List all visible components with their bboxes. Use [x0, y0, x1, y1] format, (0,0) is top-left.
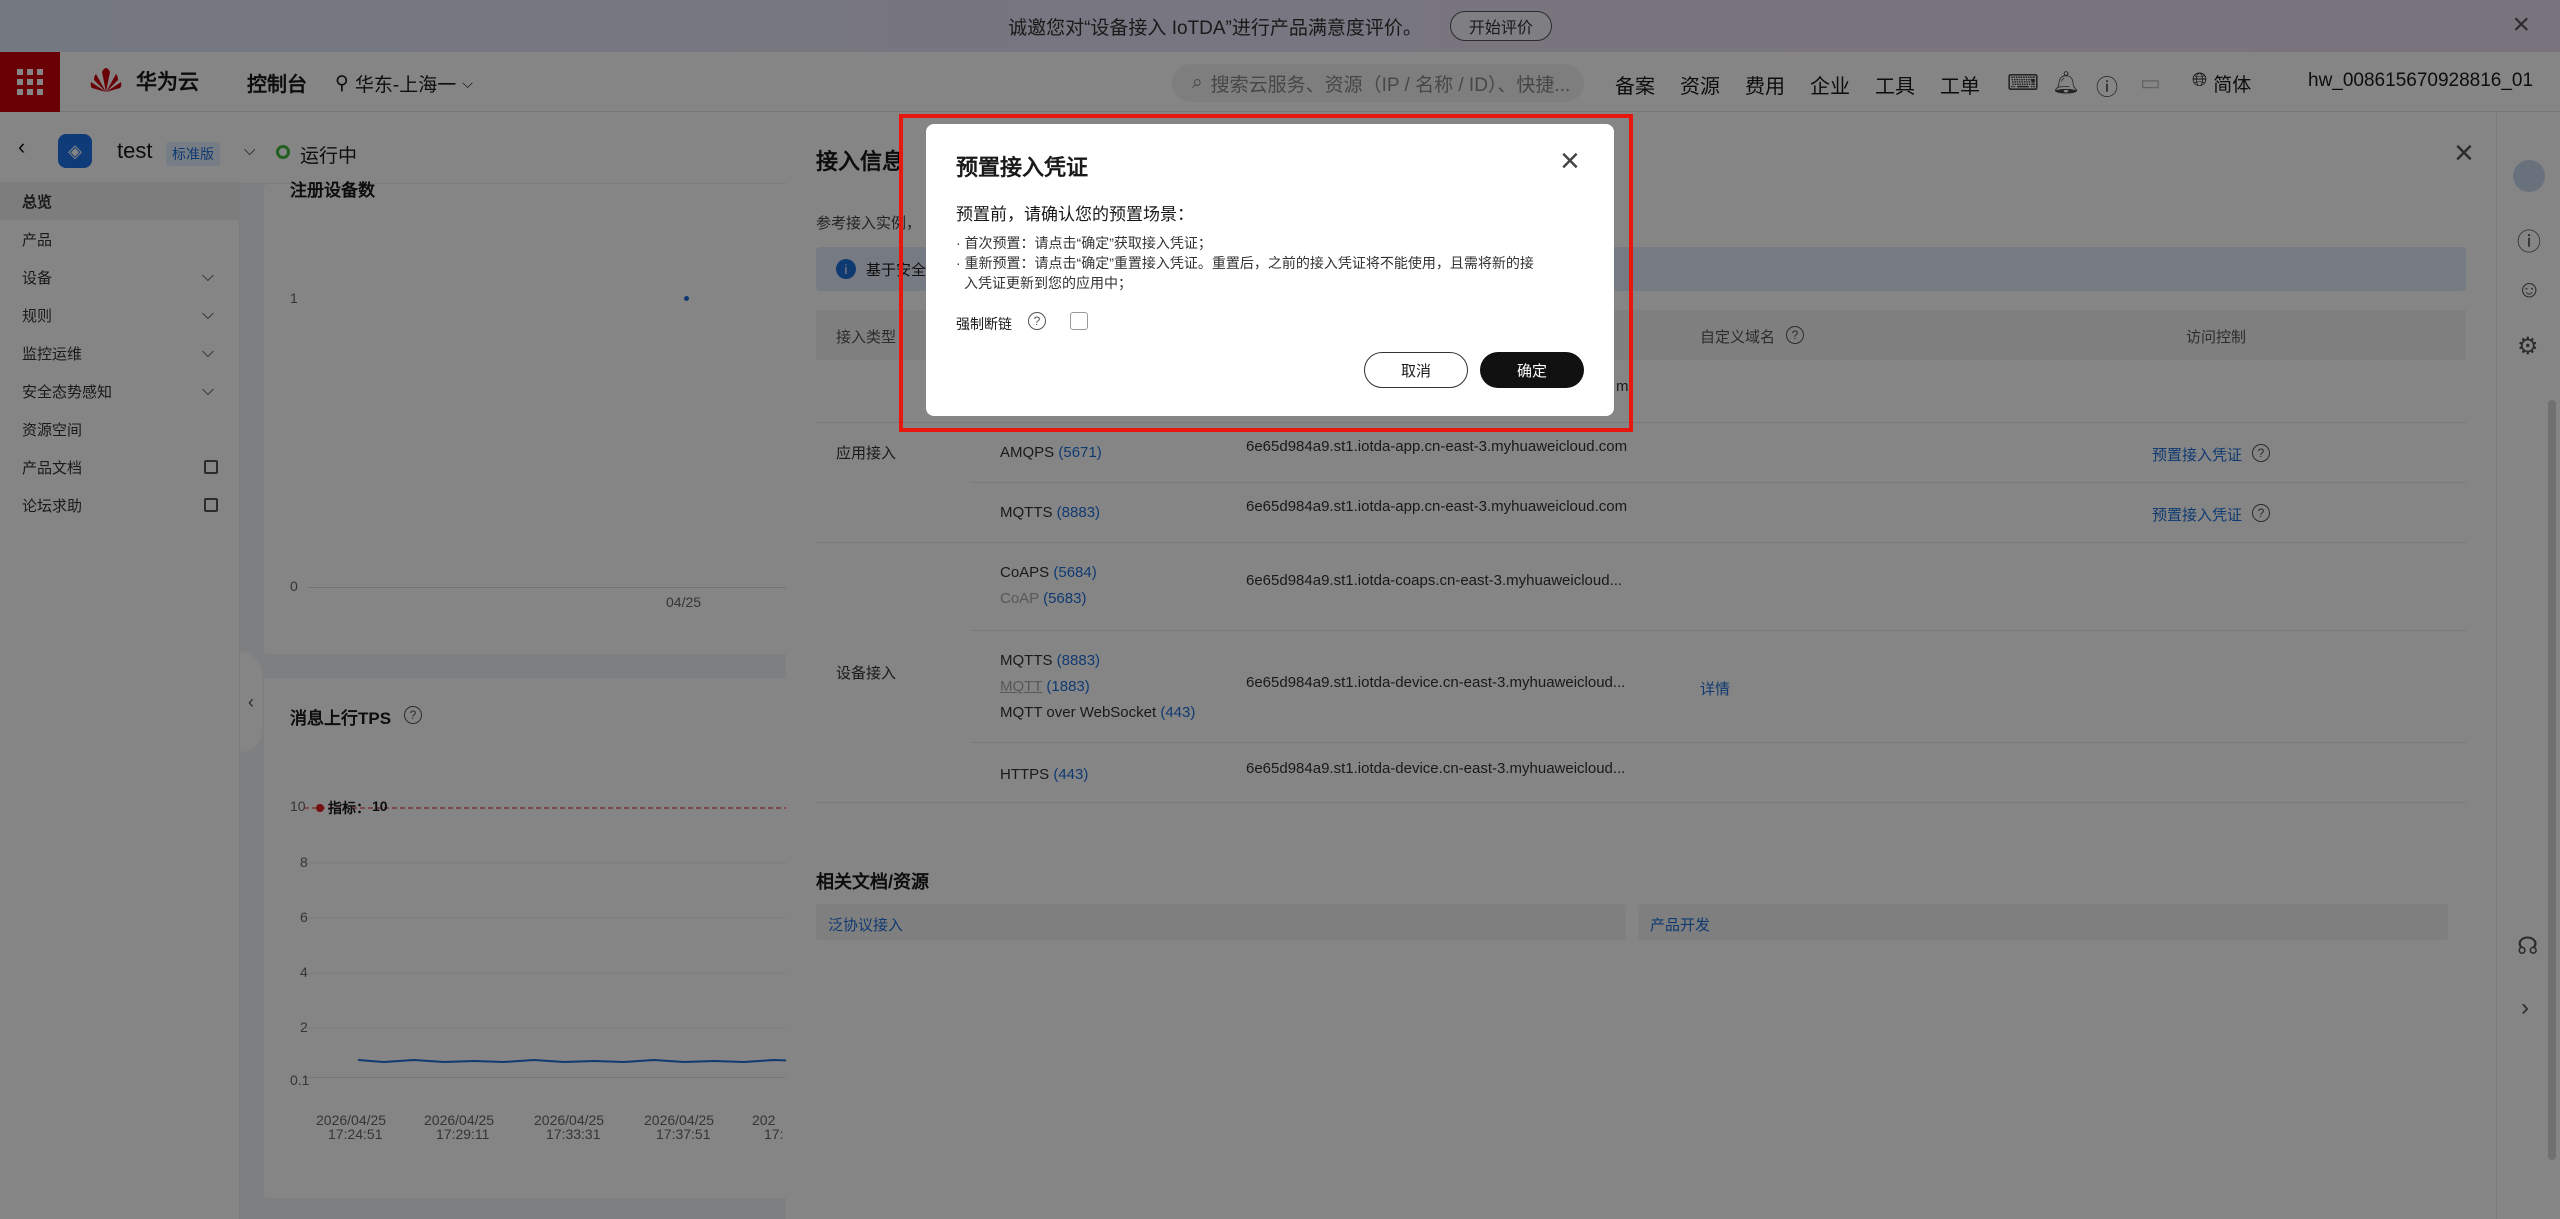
highlight-annotation-box	[899, 114, 1633, 432]
